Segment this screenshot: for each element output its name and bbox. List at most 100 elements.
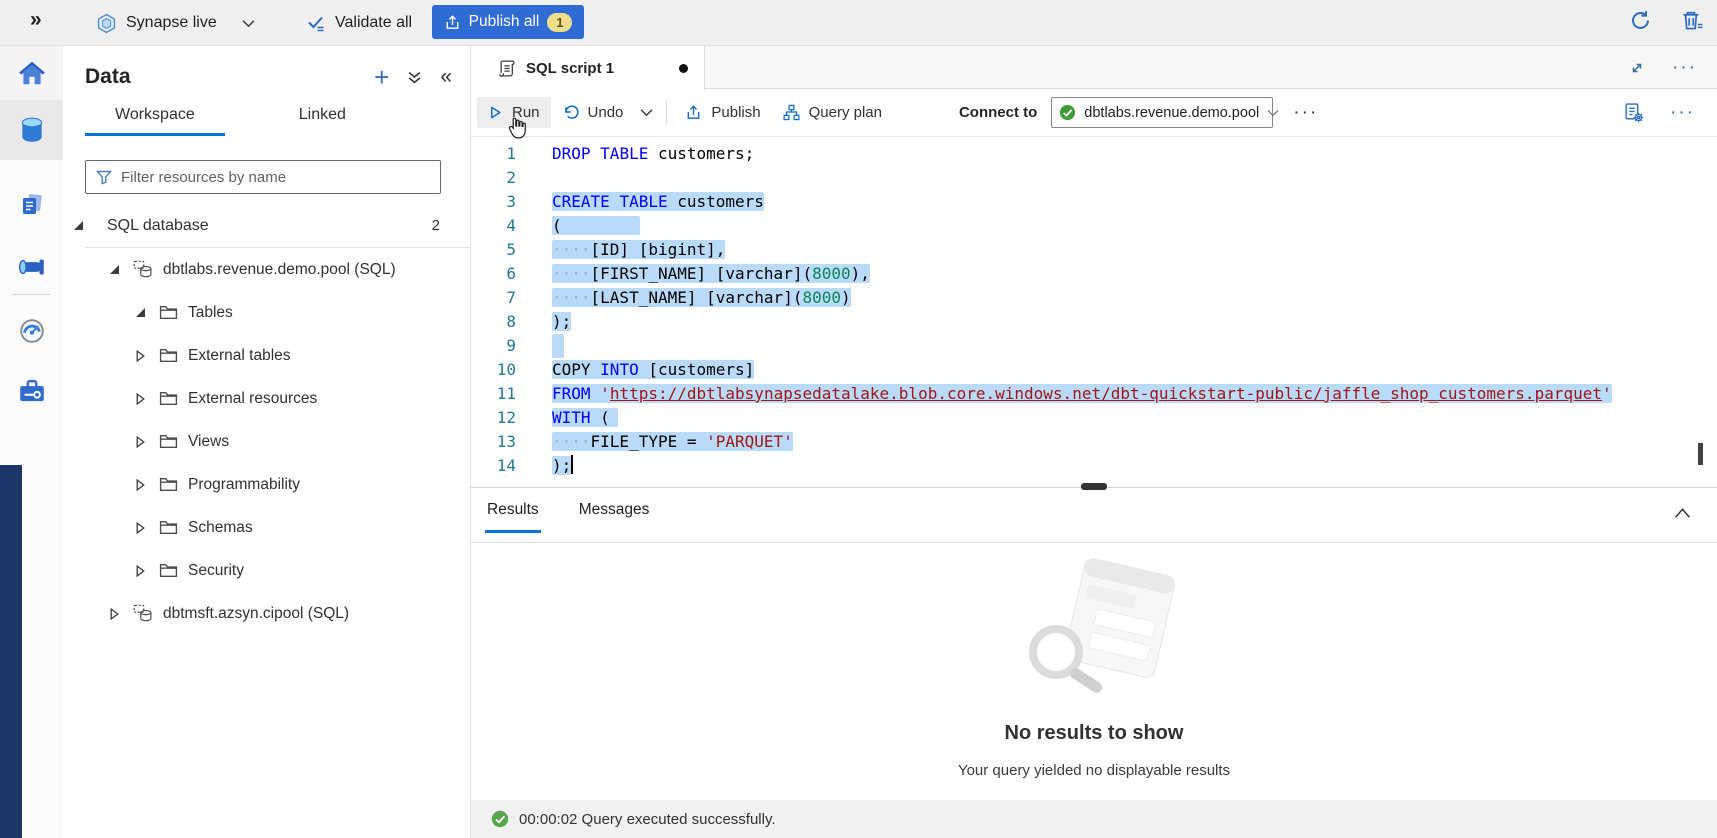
- pool-select[interactable]: dbtlabs.revenue.demo.pool: [1051, 97, 1273, 128]
- nav-home[interactable]: [0, 46, 63, 100]
- nav-develop[interactable]: [0, 178, 63, 232]
- resource-tree: SQL database2 dbtlabs.revenue.demo.pool (…: [63, 204, 470, 635]
- tree-item[interactable]: Security: [63, 549, 470, 592]
- panel-title: Data: [85, 65, 131, 89]
- tree-item-label: dbtmsft.azsyn.cipool (SQL): [163, 605, 349, 623]
- toolbar-more-icon[interactable]: ···: [1293, 108, 1318, 118]
- code-line[interactable]: 8);: [471, 310, 1717, 334]
- code-line[interactable]: 3CREATE TABLE customers: [471, 190, 1717, 214]
- expand-editor-icon[interactable]: [1628, 59, 1646, 77]
- expanded-arrow-icon[interactable]: [133, 308, 147, 317]
- publish-icon: [444, 14, 461, 31]
- collapsed-arrow-icon[interactable]: [133, 393, 147, 405]
- editor-more-icon[interactable]: ···: [1670, 108, 1695, 118]
- undo-icon: [562, 104, 579, 121]
- run-play-icon: [488, 105, 503, 120]
- tab-sql-script-1[interactable]: SQL script 1: [471, 46, 705, 90]
- undo-button[interactable]: Undo: [551, 97, 635, 128]
- tree-item[interactable]: SQL database2: [63, 204, 470, 247]
- folder-icon: [159, 390, 178, 407]
- collapse-results-icon[interactable]: [1674, 506, 1691, 524]
- publish-button[interactable]: Publish: [674, 97, 771, 128]
- nav-manage[interactable]: [0, 364, 63, 418]
- collapsed-arrow-icon[interactable]: [133, 565, 147, 577]
- code-line[interactable]: 9: [471, 334, 1717, 358]
- collapse-all-icon[interactable]: [407, 70, 422, 85]
- nav-data[interactable]: [0, 100, 63, 160]
- line-number: 12: [471, 406, 516, 430]
- data-panel: Data + « Workspace Linked SQL database2 d…: [63, 46, 471, 838]
- line-number: 14: [471, 454, 516, 478]
- develop-icon: [18, 191, 46, 219]
- run-options-chevron[interactable]: [634, 101, 659, 124]
- expanded-arrow-icon[interactable]: [71, 221, 85, 230]
- connect-to-label: Connect to: [959, 104, 1037, 121]
- code-line[interactable]: 1DROP TABLE customers;: [471, 142, 1717, 166]
- expanded-arrow-icon[interactable]: [107, 265, 121, 274]
- synapse-studio-app: » Synapse live Validate all Publish all …: [0, 0, 1717, 838]
- results-divider: [471, 542, 1717, 543]
- filter-input[interactable]: [121, 169, 440, 186]
- no-results-illustration: [1004, 556, 1184, 711]
- tree-item[interactable]: External tables: [63, 334, 470, 377]
- code-editor[interactable]: 1DROP TABLE customers;23CREATE TABLE cus…: [471, 137, 1717, 487]
- selection-highlight: ····[FIRST_NAME] [varchar](8000),: [552, 264, 870, 283]
- tree-item[interactable]: Tables: [63, 291, 470, 334]
- line-number: 4: [471, 214, 516, 238]
- tree-item[interactable]: Programmability: [63, 463, 470, 506]
- integrate-icon: [17, 252, 47, 282]
- code-line[interactable]: 6····[FIRST_NAME] [varchar](8000),: [471, 262, 1717, 286]
- refresh-icon[interactable]: [1629, 9, 1652, 32]
- tab-messages[interactable]: Messages: [577, 501, 652, 533]
- folder-icon: [159, 347, 178, 364]
- nav-monitor[interactable]: [0, 304, 63, 358]
- tree-item[interactable]: External resources: [63, 377, 470, 420]
- home-icon: [17, 58, 47, 88]
- tree-item[interactable]: Schemas: [63, 506, 470, 549]
- tree-item-label: Views: [188, 433, 229, 451]
- discard-trash-icon[interactable]: [1680, 9, 1703, 32]
- expand-rail-button[interactable]: »: [30, 8, 42, 32]
- data-panel-tabs: Workspace Linked: [85, 100, 376, 136]
- validate-all-button[interactable]: Validate all: [306, 7, 412, 39]
- code-line[interactable]: 7····[LAST_NAME] [varchar](8000): [471, 286, 1717, 310]
- code-line[interactable]: 14);: [471, 454, 1717, 478]
- query-plan-button[interactable]: Query plan: [772, 97, 893, 128]
- tab-bar-more-icon[interactable]: ···: [1672, 63, 1697, 73]
- query-plan-icon: [783, 104, 800, 121]
- add-resource-button[interactable]: +: [374, 67, 389, 87]
- selection-highlight: (: [552, 216, 640, 235]
- code-line[interactable]: 2: [471, 166, 1717, 190]
- code-line[interactable]: 4(: [471, 214, 1717, 238]
- tree-item[interactable]: dbtlabs.revenue.demo.pool (SQL): [63, 248, 470, 291]
- collapsed-arrow-icon[interactable]: [107, 608, 121, 620]
- mode-selector[interactable]: Synapse live: [96, 7, 255, 39]
- tree-item-label: dbtlabs.revenue.demo.pool (SQL): [163, 261, 396, 279]
- code-line[interactable]: 10COPY INTO [customers]: [471, 358, 1717, 382]
- publish-all-button[interactable]: Publish all 1: [432, 5, 584, 39]
- tab-results[interactable]: Results: [485, 501, 541, 533]
- tree-item-label: Tables: [188, 304, 233, 322]
- selection-highlight: FROM 'https://dbtlabsynapsedatalake.blob…: [552, 384, 1612, 403]
- collapsed-arrow-icon[interactable]: [133, 522, 147, 534]
- tree-item[interactable]: Views: [63, 420, 470, 463]
- editor-scrollbar[interactable]: [1698, 443, 1703, 465]
- view-settings-icon[interactable]: [1623, 102, 1644, 123]
- collapse-panel-button[interactable]: «: [440, 68, 452, 86]
- empty-results-title: No results to show: [471, 722, 1717, 745]
- tab-workspace[interactable]: Workspace: [85, 100, 225, 136]
- code-line[interactable]: 5····[ID] [bigint],: [471, 238, 1717, 262]
- collapsed-arrow-icon[interactable]: [133, 436, 147, 448]
- run-button[interactable]: Run: [477, 97, 551, 128]
- nav-integrate[interactable]: [0, 240, 63, 294]
- collapsed-arrow-icon[interactable]: [133, 479, 147, 491]
- code-line[interactable]: 12WITH (: [471, 406, 1717, 430]
- tree-item-label: Programmability: [188, 476, 300, 494]
- tree-item[interactable]: dbtmsft.azsyn.cipool (SQL): [63, 592, 470, 635]
- pool-chevron-icon: [1267, 109, 1279, 117]
- code-line[interactable]: 13····FILE_TYPE = 'PARQUET': [471, 430, 1717, 454]
- tab-linked[interactable]: Linked: [269, 100, 376, 136]
- splitter-grip[interactable]: [1081, 483, 1107, 490]
- code-line[interactable]: 11FROM 'https://dbtlabsynapsedatalake.bl…: [471, 382, 1717, 406]
- collapsed-arrow-icon[interactable]: [133, 350, 147, 362]
